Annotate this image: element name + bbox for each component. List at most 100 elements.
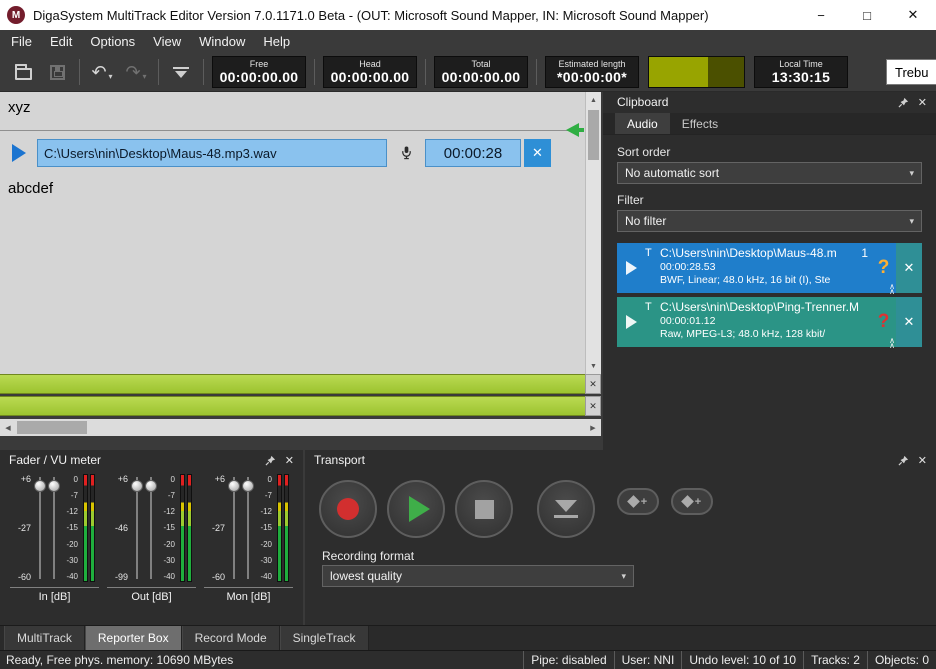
entry-path: C:\Users\nin\Desktop\Maus-48.m xyxy=(660,246,837,260)
vertical-scrollbar[interactable]: ▲ ▼ xyxy=(585,92,601,374)
menu-edit[interactable]: Edit xyxy=(41,30,81,53)
audio-object-row: C:\Users\nin\Desktop\Maus-48.mp3.wav 00:… xyxy=(4,139,551,167)
transport-panel-header: Transport ✕ xyxy=(305,450,936,470)
menu-help[interactable]: Help xyxy=(254,30,299,53)
counter-head: Head 00:00:00.00 xyxy=(323,56,417,88)
pin-icon[interactable] xyxy=(898,97,909,108)
tab-multitrack[interactable]: MultiTrack xyxy=(4,626,85,650)
close-button[interactable]: ✕ xyxy=(890,0,936,30)
entry-status-button[interactable]: ? ∧∧ xyxy=(871,297,896,347)
vu-scale: 0 -7 -12 -15 -20 -30 -40 xyxy=(61,474,81,582)
redo-button[interactable]: ↷▾ xyxy=(119,56,153,88)
remove-entry-button[interactable]: ✕ xyxy=(896,243,922,293)
record-button[interactable] xyxy=(319,480,377,538)
fader-slider[interactable] xyxy=(144,474,158,582)
fader-knob[interactable] xyxy=(34,480,46,492)
recording-format-value: lowest quality xyxy=(330,569,402,583)
fader-slider[interactable] xyxy=(227,474,241,582)
fader-knob[interactable] xyxy=(131,480,143,492)
tab-singletrack[interactable]: SingleTrack xyxy=(280,626,369,650)
close-panel-icon[interactable]: ✕ xyxy=(918,96,927,109)
clipboard-entry[interactable]: T C:\Users\nin\Desktop\Ping-Trenner.M 00… xyxy=(617,297,922,347)
remove-object-button[interactable]: ✕ xyxy=(524,139,551,167)
vu-scale: 0 -7 -12 -15 -20 -30 -40 xyxy=(158,474,178,582)
play-entry-button[interactable] xyxy=(617,297,645,347)
redo-icon: ↷ xyxy=(125,63,140,81)
menu-window[interactable]: Window xyxy=(190,30,254,53)
tab-record-mode[interactable]: Record Mode xyxy=(182,626,280,650)
entry-count: 1 xyxy=(858,246,871,260)
recording-format-dropdown[interactable]: lowest quality ▾ xyxy=(322,565,634,587)
pin-icon[interactable] xyxy=(898,455,909,466)
pin-icon[interactable] xyxy=(265,455,276,466)
record-mic-button[interactable] xyxy=(390,139,422,167)
horizontal-scrollbar[interactable]: ◀ ▶ xyxy=(0,419,601,436)
tab-audio[interactable]: Audio xyxy=(615,113,670,134)
entry-duration: 00:00:01.12 xyxy=(660,315,871,327)
minimize-button[interactable]: − xyxy=(798,0,844,30)
maximize-button[interactable]: □ xyxy=(844,0,890,30)
save-button[interactable] xyxy=(40,56,74,88)
track-bar-1[interactable] xyxy=(0,374,585,394)
toolbar-dropdown-button[interactable] xyxy=(164,56,198,88)
stop-button[interactable] xyxy=(455,480,513,538)
menu-options[interactable]: Options xyxy=(81,30,144,53)
fader-slider[interactable] xyxy=(241,474,255,582)
play-button[interactable] xyxy=(387,480,445,538)
scroll-down-arrow[interactable]: ▼ xyxy=(586,358,601,374)
fader-slider[interactable] xyxy=(33,474,47,582)
fader-group-label: Out [dB] xyxy=(107,587,196,603)
fader-group-in: +6 -27 -60 0 -7 -12 -15 -20 -30 -40 xyxy=(6,474,103,603)
play-entry-button[interactable] xyxy=(617,243,645,293)
fader-slider[interactable] xyxy=(47,474,61,582)
scrollbar-thumb[interactable] xyxy=(588,110,599,160)
fader-knob[interactable] xyxy=(48,480,60,492)
caret-down-icon: ▾ xyxy=(109,72,113,81)
remove-entry-button[interactable]: ✕ xyxy=(896,297,922,347)
fader-group-mon: +6 -27 -60 0 -7 -12 -15 -20 -30 -40 xyxy=(200,474,297,603)
track-bar-2[interactable] xyxy=(0,396,585,416)
close-panel-icon[interactable]: ✕ xyxy=(285,454,294,467)
fader-knob[interactable] xyxy=(228,480,240,492)
skip-to-end-button[interactable] xyxy=(537,480,595,538)
undo-button[interactable]: ↶▾ xyxy=(85,56,119,88)
status-pipe: Pipe: disabled xyxy=(523,651,613,669)
add-marker-button[interactable]: + xyxy=(617,488,659,515)
track-bar-1-close-button[interactable]: ✕ xyxy=(585,374,601,394)
marker-diamond-icon xyxy=(627,495,640,508)
clipboard-entry[interactable]: T C:\Users\nin\Desktop\Maus-48.m1 00:00:… xyxy=(617,243,922,293)
filter-dropdown[interactable]: No filter ▾ xyxy=(617,210,922,232)
menu-view[interactable]: View xyxy=(144,30,190,53)
track-bar-2-close-button[interactable]: ✕ xyxy=(585,396,601,416)
titlebar: M DigaSystem MultiTrack Editor Version 7… xyxy=(0,0,936,30)
fader-knob[interactable] xyxy=(242,480,254,492)
font-selector-button[interactable]: Trebu xyxy=(886,59,936,85)
fader-slider[interactable] xyxy=(130,474,144,582)
clipboard-tabs: Audio Effects xyxy=(603,113,936,135)
sort-order-label: Sort order xyxy=(617,145,922,159)
scroll-right-arrow[interactable]: ▶ xyxy=(585,419,601,436)
tab-effects[interactable]: Effects xyxy=(670,113,730,134)
entry-status-button[interactable]: ? ∧∧ xyxy=(871,243,896,293)
scroll-up-arrow[interactable]: ▲ xyxy=(586,92,601,108)
filter-value: No filter xyxy=(625,214,666,228)
close-panel-icon[interactable]: ✕ xyxy=(918,454,927,467)
tab-reporter-box[interactable]: Reporter Box xyxy=(85,626,182,650)
fader-group-label: Mon [dB] xyxy=(204,587,293,603)
sort-order-dropdown[interactable]: No automatic sort ▾ xyxy=(617,162,922,184)
open-button[interactable] xyxy=(6,56,40,88)
entry-path: C:\Users\nin\Desktop\Ping-Trenner.M xyxy=(660,300,859,314)
file-path-field[interactable]: C:\Users\nin\Desktop\Maus-48.mp3.wav xyxy=(37,139,387,167)
menu-file[interactable]: File xyxy=(2,30,41,53)
toolbar-separator xyxy=(158,59,159,85)
fader-knob[interactable] xyxy=(145,480,157,492)
status-message: Ready, Free phys. memory: 10690 MBytes xyxy=(0,653,233,667)
object-duration-field[interactable]: 00:00:28 xyxy=(425,139,521,167)
scrollbar-thumb[interactable] xyxy=(17,421,87,434)
chevron-up-icon: ∧∧ xyxy=(889,284,895,294)
playhead-marker-icon[interactable] xyxy=(566,123,579,137)
add-marker-alt-button[interactable]: + xyxy=(671,488,713,515)
scroll-left-arrow[interactable]: ◀ xyxy=(0,419,16,436)
toolbar-separator xyxy=(425,59,426,85)
play-object-button[interactable] xyxy=(4,139,34,167)
